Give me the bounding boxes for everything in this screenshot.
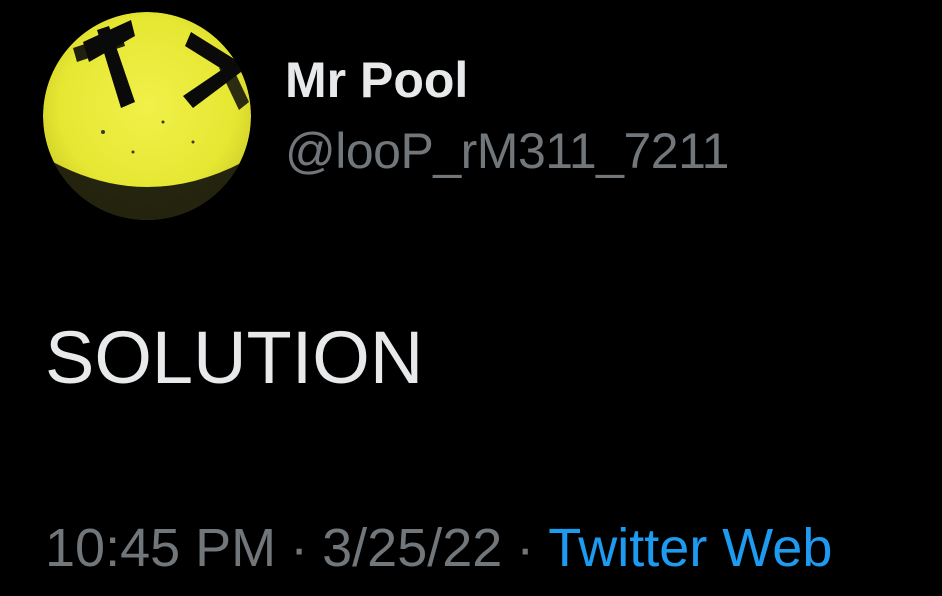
tweet-time[interactable]: 10:45 PM — [45, 518, 276, 578]
tweet-source-link[interactable]: Twitter Web — [548, 518, 832, 578]
tweet-date[interactable]: 3/25/22 — [322, 518, 502, 578]
avatar[interactable] — [43, 12, 251, 220]
meta-separator: · — [516, 518, 535, 578]
tweet-text: SOLUTION — [45, 316, 424, 399]
author-display-name[interactable]: Mr Pool — [285, 52, 468, 108]
tweet: Mr Pool @looP_rM311_7211 SOLUTION 10:45 … — [0, 0, 942, 596]
author-handle[interactable]: @looP_rM311_7211 — [285, 123, 729, 179]
smiley-avatar-icon — [43, 12, 251, 220]
tweet-meta: 10:45 PM · 3/25/22 · Twitter Web — [45, 517, 832, 579]
meta-separator: · — [290, 518, 309, 578]
